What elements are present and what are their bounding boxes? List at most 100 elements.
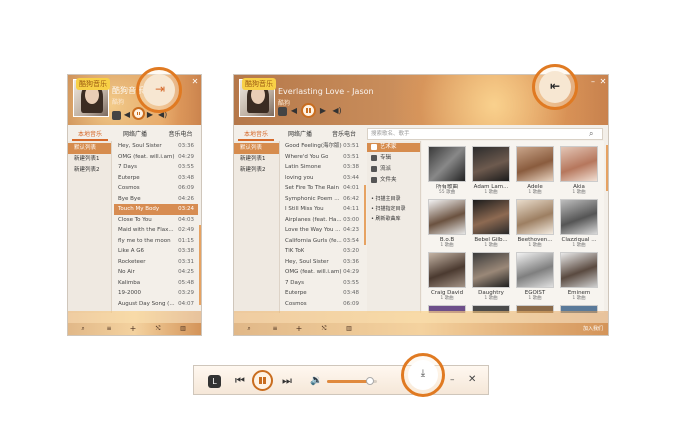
list-item-playing[interactable]: Touch My Body 03:24 — [114, 204, 198, 215]
scan-custom-dir[interactable]: • 扫描指定目录 — [371, 205, 406, 214]
sidebar-item-default[interactable]: 默认列表 — [68, 143, 111, 154]
list-item[interactable]: Good Feeling(海尔版) 03:51 — [281, 141, 363, 152]
list-item[interactable]: OMG (feat. will.i.am) 04:29 — [281, 267, 363, 278]
artist-tile[interactable] — [428, 252, 466, 288]
next-icon[interactable]: ▶ — [319, 106, 327, 116]
list-item[interactable]: loving you 03:44 — [281, 173, 363, 184]
list-item[interactable]: Latin Simone 03:38 — [281, 162, 363, 173]
tab-net-radio[interactable]: 网络广播 — [112, 129, 158, 140]
list-item[interactable]: Kalimba 05:48 — [114, 278, 198, 289]
scrollbar[interactable] — [364, 185, 366, 245]
list-item[interactable]: 19-2000 03:29 — [114, 288, 198, 299]
list-item[interactable]: 7 Days 03:55 — [281, 278, 363, 289]
scan-main-dir[interactable]: • 扫描主目录 — [371, 195, 401, 204]
list-item[interactable]: Maid with the Flax... 02:49 — [114, 225, 198, 236]
tab-net-radio[interactable]: 网络广播 — [278, 129, 322, 140]
tab-local-music[interactable]: 本地音乐 — [234, 129, 278, 141]
pause-button[interactable] — [252, 370, 273, 391]
pause-button[interactable] — [132, 107, 145, 120]
sidebar-item-default[interactable]: 默认列表 — [234, 143, 279, 154]
list-item[interactable]: OMG (feat. will.i.am) 04:29 — [114, 152, 198, 163]
shuffle-icon[interactable]: ⤭ — [153, 323, 163, 335]
list-item[interactable]: Love the Way You ... 04:23 — [281, 225, 363, 236]
add-icon[interactable]: + — [294, 323, 304, 335]
artist-tile[interactable] — [516, 252, 554, 288]
artist-tile[interactable] — [472, 146, 510, 182]
category-genre[interactable]: 流派 — [371, 165, 391, 174]
list-item[interactable]: August Day Song (... 04:07 — [114, 299, 198, 310]
login-arrow-icon[interactable]: ⇥ — [151, 81, 169, 97]
search-icon[interactable]: ⌕ — [78, 323, 88, 335]
list-item[interactable]: Cosmos 06:09 — [281, 299, 363, 310]
list-item[interactable]: California Gurls (fe... 03:54 — [281, 236, 363, 247]
pause-button[interactable] — [301, 103, 316, 118]
logout-arrow-icon[interactable]: ⇤ — [546, 78, 564, 94]
artist-tile[interactable] — [472, 252, 510, 288]
list-item[interactable]: Symphonic Poem ... 06:42 — [281, 194, 363, 205]
list-item[interactable]: No Air 04:25 — [114, 267, 198, 278]
sidebar-item-list1[interactable]: 新建列表1 — [68, 154, 111, 165]
tab-music-station[interactable]: 音乐电台 — [322, 129, 366, 140]
volume-slider[interactable] — [327, 377, 377, 385]
close-icon[interactable]: ✕ — [468, 372, 480, 388]
list-item[interactable]: I Still Miss You 04:11 — [281, 204, 363, 215]
mode-button[interactable]: L — [208, 375, 221, 388]
list-item[interactable]: Where'd You Go 03:51 — [281, 152, 363, 163]
artist-tile[interactable] — [560, 252, 598, 288]
close-icon[interactable]: ✕ — [190, 77, 200, 87]
list-item[interactable]: Set Fire To The Rain 04:01 — [281, 183, 363, 194]
list-icon[interactable]: ≡ — [270, 323, 280, 335]
list-item[interactable]: Cosmos 06:09 — [114, 183, 198, 194]
trash-icon[interactable]: ▥ — [344, 323, 354, 335]
volume-icon[interactable]: 🔉 — [310, 374, 324, 388]
volume-knob[interactable] — [365, 377, 374, 385]
artist-tile[interactable] — [516, 146, 554, 182]
artist-tile[interactable] — [560, 199, 598, 235]
sidebar-item-list2[interactable]: 新建列表2 — [234, 165, 279, 176]
trash-icon[interactable]: ▥ — [178, 323, 188, 335]
download-tray-icon[interactable]: ⤓ — [415, 366, 431, 382]
list-item[interactable]: Airplanes (feat. Ha... 03:00 — [281, 215, 363, 226]
mode-button[interactable] — [278, 107, 287, 116]
list-item[interactable]: Rocketeer 03:31 — [114, 257, 198, 268]
category-artist[interactable]: 艺术家 — [367, 143, 420, 152]
artist-tile[interactable] — [428, 146, 466, 182]
artist-tile[interactable] — [516, 199, 554, 235]
minimize-icon[interactable]: – — [450, 372, 458, 388]
artist-tile[interactable] — [472, 199, 510, 235]
list-item[interactable]: Euterpe 03:48 — [281, 288, 363, 299]
scrollbar[interactable] — [606, 145, 608, 191]
list-item[interactable]: Euterpe 03:48 — [114, 173, 198, 184]
prev-icon[interactable]: ◀ — [123, 110, 131, 120]
tab-local-music[interactable]: 本地音乐 — [68, 129, 112, 141]
minimize-icon[interactable]: – — [589, 77, 597, 87]
artist-tile[interactable] — [560, 146, 598, 182]
list-item[interactable]: fly me to the moon 01:15 — [114, 236, 198, 247]
category-folder[interactable]: 文件夹 — [371, 176, 397, 185]
close-icon[interactable]: ✕ — [598, 77, 608, 87]
list-item[interactable]: Like A G6 03:38 — [114, 246, 198, 257]
tab-music-station[interactable]: 音乐电台 — [158, 129, 201, 140]
prev-icon[interactable]: ⏮ — [235, 374, 247, 388]
artist-tile[interactable] — [428, 199, 466, 235]
sidebar-item-list2[interactable]: 新建列表2 — [68, 165, 111, 176]
next-icon[interactable]: ⏭ — [282, 374, 294, 388]
join-us-link[interactable]: 加入我们 — [579, 323, 607, 335]
list-item[interactable]: Hey, Soul Sister 03:36 — [114, 141, 198, 152]
prev-icon[interactable]: ◀ — [290, 106, 298, 116]
category-album[interactable]: 专辑 — [371, 154, 391, 163]
list-icon[interactable]: ≡ — [104, 323, 114, 335]
refresh-library[interactable]: • 刷新歌曲库 — [371, 215, 401, 224]
search-icon[interactable]: ⌕ — [589, 129, 599, 139]
search-input[interactable]: 搜索歌名、歌手 — [367, 128, 603, 140]
shuffle-icon[interactable]: ⤭ — [319, 323, 329, 335]
scrollbar[interactable] — [199, 225, 201, 305]
list-item[interactable]: Hey, Soul Sister 03:36 — [281, 257, 363, 268]
search-icon[interactable]: ⌕ — [244, 323, 254, 335]
add-icon[interactable]: + — [128, 323, 138, 335]
list-item[interactable]: Bye Bye 04:26 — [114, 194, 198, 205]
sidebar-item-list1[interactable]: 新建列表1 — [234, 154, 279, 165]
mode-button[interactable] — [112, 111, 121, 120]
volume-icon[interactable]: ◀) — [332, 106, 342, 116]
list-item[interactable]: TiK ToK 03:20 — [281, 246, 363, 257]
